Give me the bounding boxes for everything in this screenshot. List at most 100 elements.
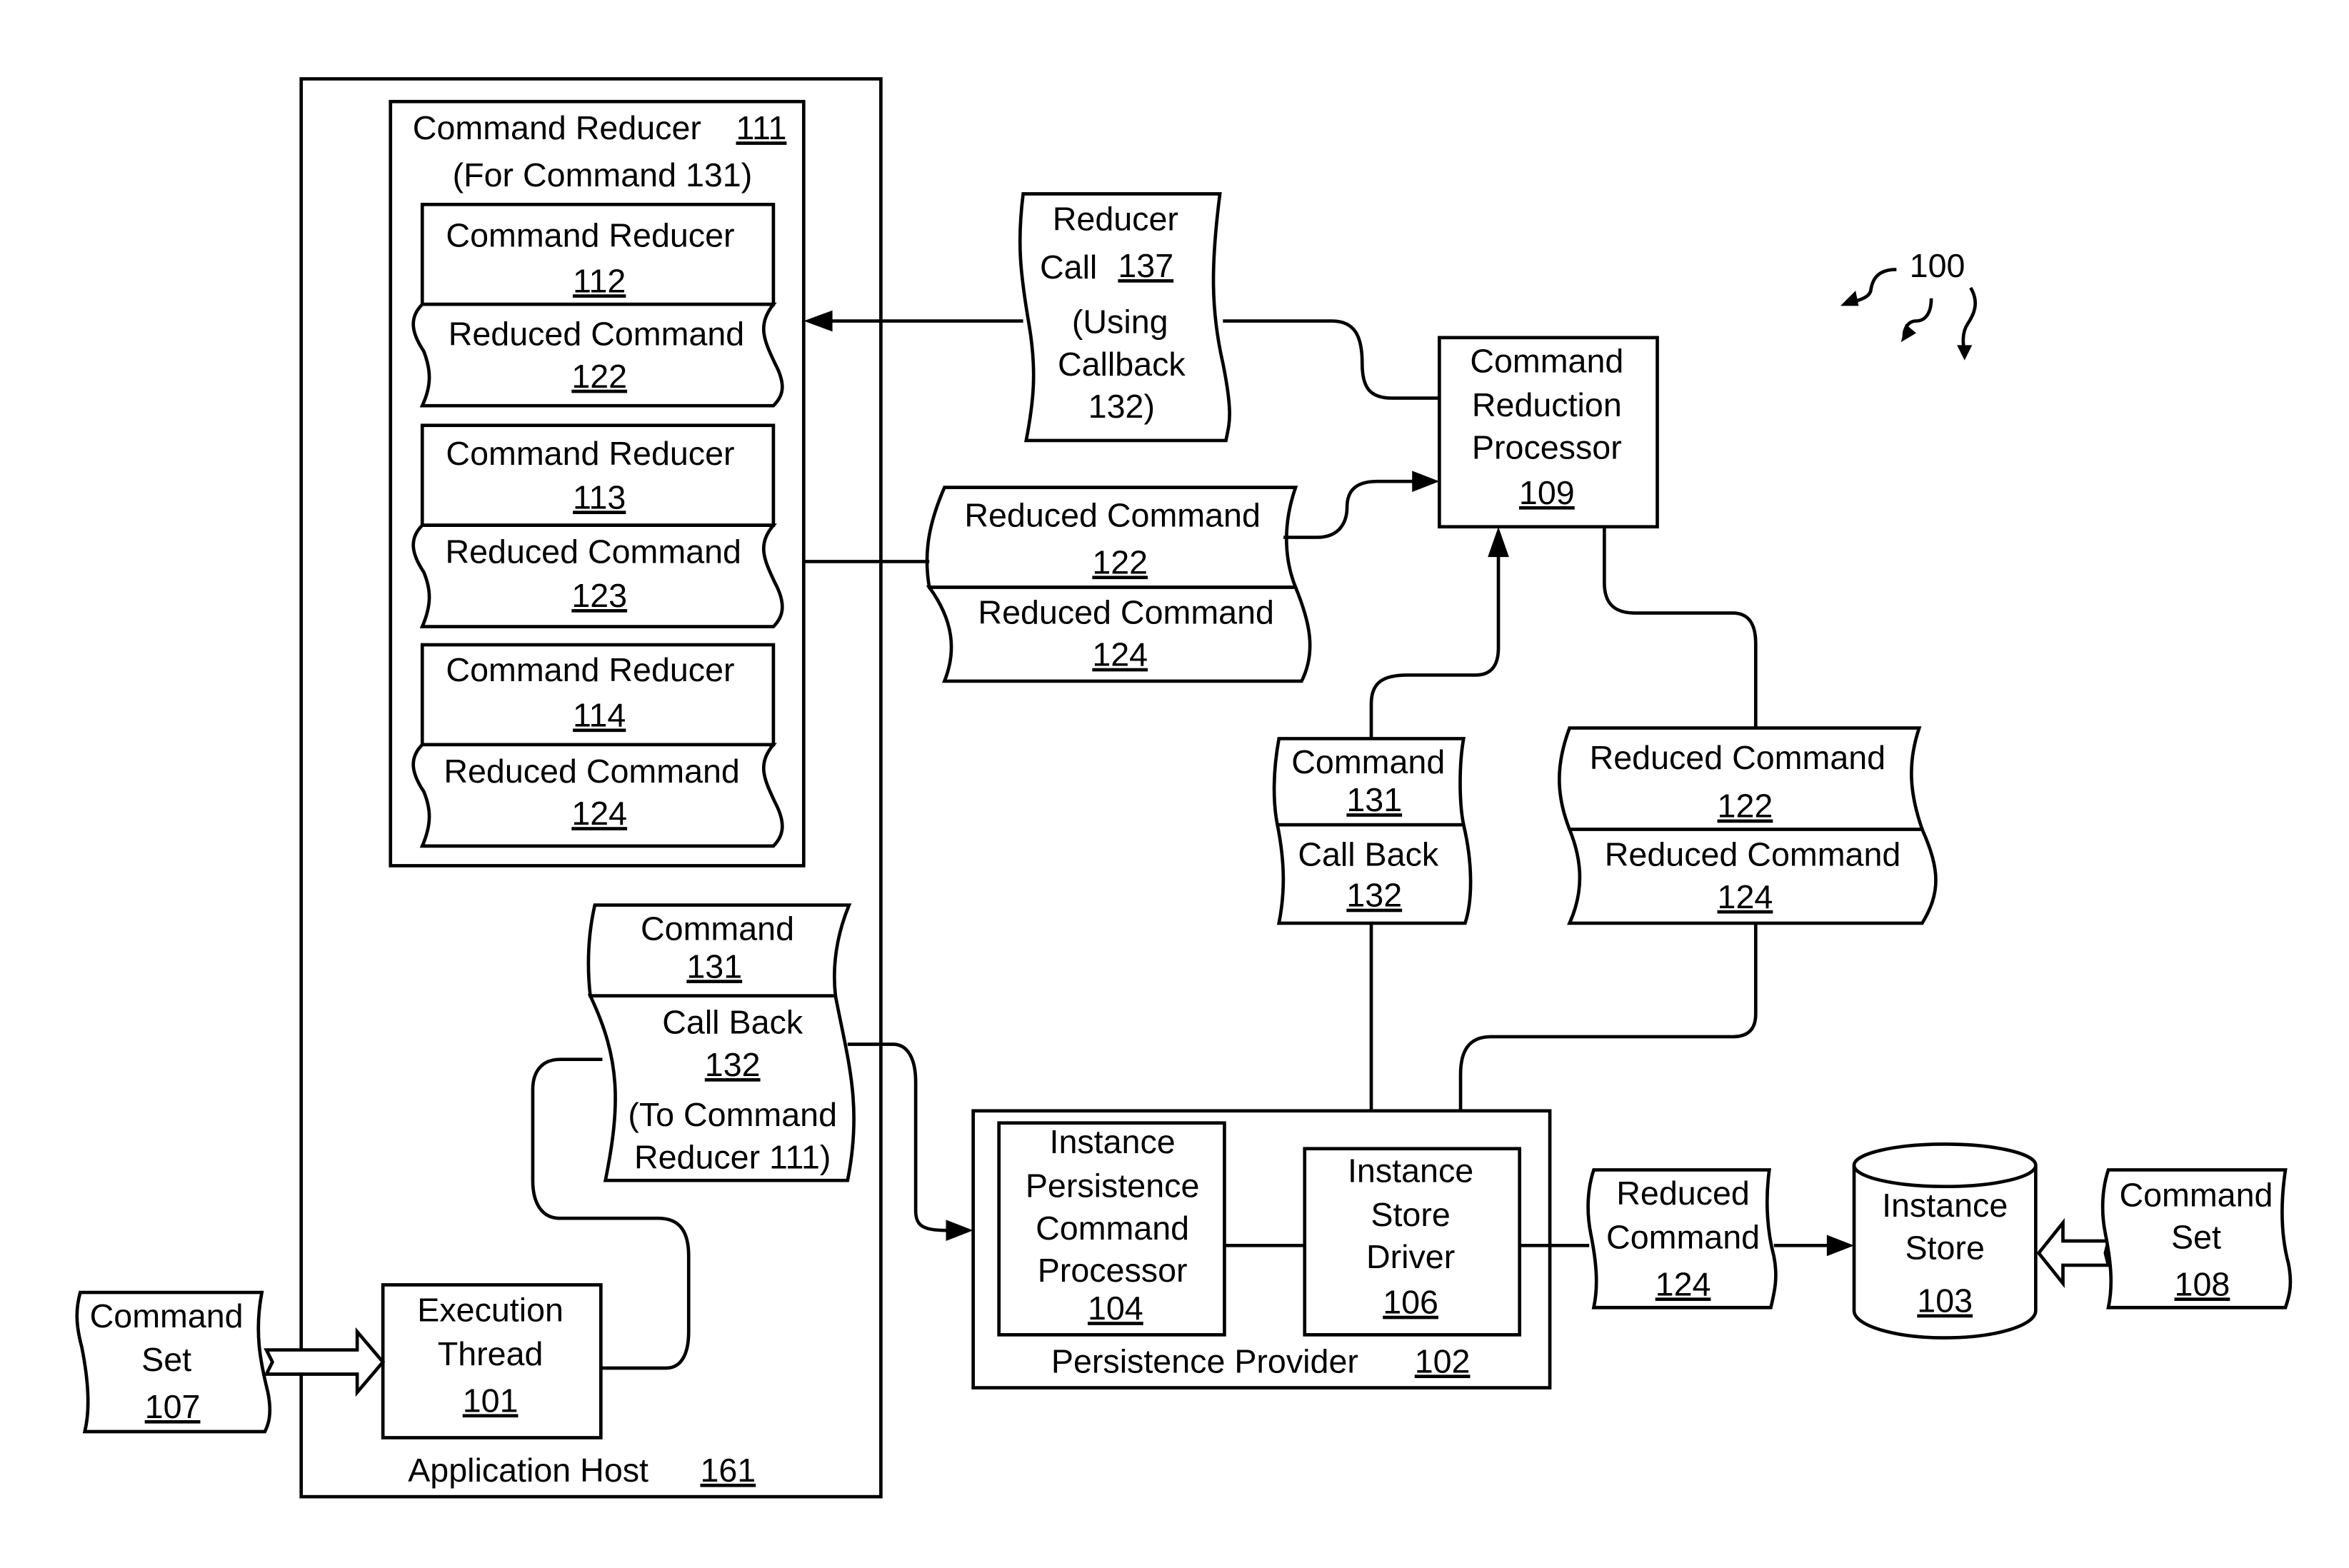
figure-ref-label: 100 — [1910, 247, 1965, 284]
command-callback-right: Command 131 Call Back 132 — [1272, 737, 1473, 925]
command-set-108: Command Set 108 — [2100, 1168, 2293, 1310]
command-set-108-line2: Set — [2171, 1219, 2221, 1256]
execution-thread-101: Execution Thread 101 — [381, 1283, 603, 1439]
command-reducer-111-subtitle: (For Command 131) — [453, 156, 753, 194]
left-callback-label: Call Back — [662, 1004, 803, 1041]
instance-store-103: Instance Store 103 — [1852, 1142, 2038, 1340]
right-command-label: Command — [1291, 743, 1445, 780]
ipcp-line2: Persistence — [1026, 1167, 1200, 1205]
left-callback-note2: Reducer 111) — [634, 1138, 831, 1175]
crp-ref: 109 — [1519, 474, 1575, 511]
crp-line3: Processor — [1472, 428, 1622, 466]
figure-ref-100: 100 — [1840, 247, 1978, 361]
reduced-ref: 122 — [571, 358, 627, 395]
left-command-label: Command — [641, 910, 794, 947]
command-set-108-ref: 108 — [2175, 1265, 2230, 1302]
arrowhead-icon — [1488, 526, 1509, 558]
command-reducer-111-ref: 111 — [736, 109, 787, 146]
application-host-label: Application Host — [408, 1452, 648, 1489]
connector-right-reduced-to-driver — [1458, 923, 1758, 1120]
reducer-call-line1: Reducer — [1053, 200, 1178, 237]
right-reduced-label-0: Reduced Command — [1590, 739, 1886, 776]
right-reduced-label-1: Reduced Command — [1605, 835, 1901, 873]
execution-thread-line1: Execution — [417, 1291, 564, 1328]
arrowhead-icon — [1826, 1235, 1855, 1257]
reducer-label: Command Reducer — [446, 435, 734, 472]
instance-store-line2: Store — [1905, 1229, 1984, 1266]
left-callback-ref: 132 — [705, 1046, 761, 1083]
reducer-pair-114: Command Reducer 114 Reduced Command 124 — [411, 643, 784, 848]
reduced-pair-mid: Reduced Command 122 Reduced Command 124 — [925, 486, 1312, 683]
store-driver-line1: Instance — [1348, 1152, 1473, 1189]
execution-thread-ref: 101 — [463, 1382, 519, 1419]
reducer-label: Command Reducer — [446, 651, 734, 688]
ipcp-line1: Instance — [1050, 1123, 1176, 1160]
arrowhead-icon — [1412, 471, 1440, 492]
reduced-ref: 124 — [571, 795, 627, 832]
store-driver-ref: 106 — [1383, 1284, 1438, 1321]
reducer-ref: 112 — [573, 262, 626, 299]
command-set-107: Command Set 107 — [75, 1290, 272, 1434]
diagram-canvas: Application Host 161 Command Reducer 111… — [75, 77, 2293, 1499]
right-callback-label: Call Back — [1298, 835, 1439, 873]
ipcp-line3: Command — [1036, 1210, 1189, 1247]
reducer-call-line2: Call — [1040, 248, 1097, 286]
connector-processor-to-right-reduced — [1603, 526, 1758, 728]
reduced-label: Reduced Command — [449, 315, 745, 352]
reducer-ref: 114 — [573, 696, 626, 733]
mid-reduced-ref-1: 124 — [1092, 636, 1148, 673]
right-callback-ref: 132 — [1346, 877, 1402, 914]
reduced-ref: 123 — [571, 577, 627, 614]
persistence-provider-label: Persistence Provider — [1051, 1342, 1358, 1379]
reducer-call-line3: (Using — [1072, 303, 1168, 340]
reducer-call-line5: 132) — [1088, 388, 1155, 425]
crp-line1: Command — [1470, 343, 1623, 380]
reducer-pair-112: Command Reducer 112 Reduced Command 122 — [411, 203, 784, 408]
store-driver-line2: Store — [1371, 1196, 1450, 1233]
command-reduction-processor-109: Command Reduction Processor 109 — [1438, 336, 1659, 529]
ipcp-ref: 104 — [1088, 1290, 1143, 1327]
command-set-107-line1: Command — [90, 1297, 244, 1335]
left-command-ref: 131 — [686, 948, 742, 985]
mid-reduced-label-0: Reduced Command — [964, 497, 1261, 534]
ipcp-line4: Processor — [1038, 1252, 1188, 1289]
right-command-ref: 131 — [1346, 781, 1402, 818]
reduced-out-line2: Command — [1606, 1219, 1760, 1256]
command-set-108-line1: Command — [2119, 1176, 2273, 1213]
command-reducer-111-label: Command Reducer — [413, 109, 701, 146]
reduced-out-ref: 124 — [1656, 1265, 1711, 1302]
reducer-label: Command Reducer — [446, 217, 734, 254]
reducer-call-line4: Callback — [1058, 346, 1186, 383]
reduced-command-124-out: Reduced Command 124 — [1586, 1168, 1778, 1310]
left-callback-note1: (To Command — [628, 1096, 837, 1133]
ipcp-104: Instance Persistence Command Processor 1… — [997, 1121, 1226, 1337]
command-set-107-line2: Set — [141, 1341, 191, 1378]
connector-callback-to-processor — [1369, 553, 1501, 739]
store-driver-106: Instance Store Driver 106 — [1303, 1147, 1522, 1337]
instance-store-line1: Instance — [1882, 1187, 2008, 1224]
persistence-provider-ref: 102 — [1415, 1342, 1471, 1379]
reduced-out-line1: Reduced — [1616, 1175, 1750, 1212]
command-callback-left: Command 131 Call Back 132 (To Command Re… — [586, 903, 856, 1182]
command-set-107-ref: 107 — [145, 1388, 201, 1425]
connector-processor-to-call — [1223, 319, 1440, 400]
hollow-arrow-icon — [2036, 1217, 2111, 1288]
right-reduced-ref-1: 124 — [1718, 878, 1773, 915]
right-reduced-ref-0: 122 — [1718, 788, 1773, 825]
application-host-ref: 161 — [700, 1452, 756, 1489]
crp-line2: Reduction — [1472, 386, 1622, 423]
reducer-pair-113: Command Reducer 113 Reduced Command 123 — [411, 423, 784, 628]
instance-store-ref: 103 — [1917, 1282, 1973, 1320]
arrowhead-icon — [946, 1220, 973, 1241]
store-driver-line3: Driver — [1366, 1238, 1455, 1275]
reduced-label: Reduced Command — [444, 753, 740, 790]
execution-thread-line2: Thread — [438, 1335, 544, 1372]
connector-mid-to-processor — [1283, 479, 1416, 539]
reducer-call-ref: 137 — [1118, 247, 1173, 284]
reduced-pair-right: Reduced Command 122 Reduced Command 124 — [1558, 726, 1938, 925]
reducer-ref: 113 — [573, 478, 626, 516]
mid-reduced-ref-0: 122 — [1092, 543, 1148, 581]
mid-reduced-label-1: Reduced Command — [978, 593, 1274, 630]
reduced-label: Reduced Command — [445, 533, 741, 571]
reducer-call-137: Reducer Call 137 (Using Callback 132) — [1018, 192, 1231, 443]
